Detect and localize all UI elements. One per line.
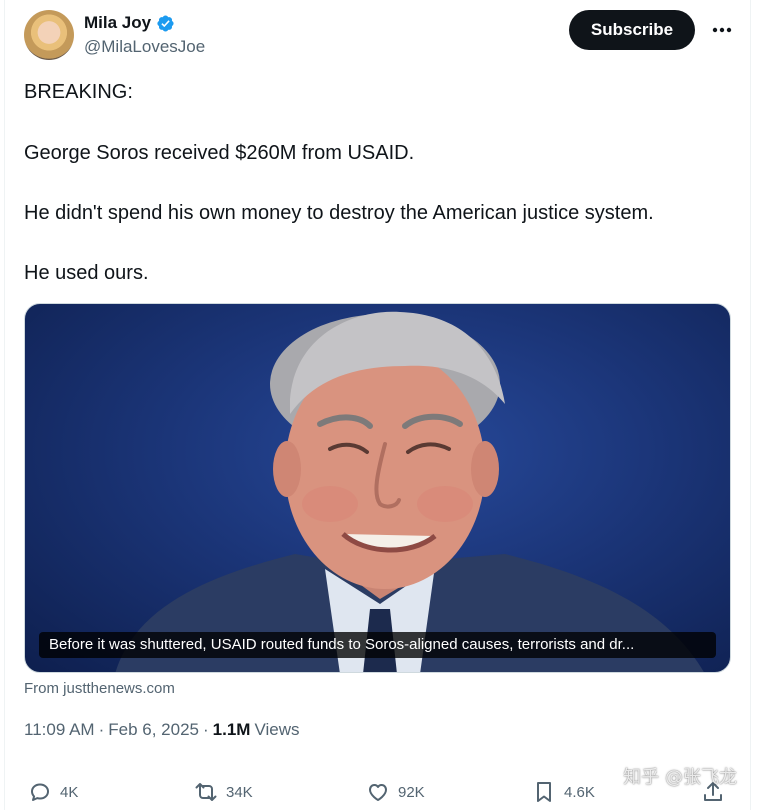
reply-count: 4K <box>60 783 79 801</box>
bookmark-icon <box>537 782 551 802</box>
meta-separator: · <box>98 720 105 739</box>
repost-button[interactable]: 34K <box>194 780 253 804</box>
watermark: 知乎 @张飞龙 <box>623 767 737 788</box>
author-name-row: Mila Joy <box>84 13 175 33</box>
like-count: 92K <box>398 783 425 801</box>
tweet-meta: 11:09 AM · Feb 6, 2025 · 1.1M Views <box>24 720 300 740</box>
bookmark-button[interactable]: 4.6K <box>532 780 595 804</box>
heart-icon <box>369 784 387 801</box>
media-caption: Before it was shuttered, USAID routed fu… <box>39 632 716 658</box>
portrait-image <box>115 311 704 672</box>
ellipsis-icon[interactable] <box>711 20 733 40</box>
tweet-line: He used ours. <box>24 262 149 284</box>
subscribe-button[interactable]: Subscribe <box>569 10 695 50</box>
tweet-line: He didn't spend his own money to destroy… <box>24 202 654 224</box>
tweet-header: Mila Joy @MilaLovesJoe Subscribe <box>24 10 733 62</box>
tweet-date[interactable]: Feb 6, 2025 <box>108 720 199 740</box>
repost-count: 34K <box>226 783 253 801</box>
views-count: 1.1M <box>212 720 251 739</box>
like-button[interactable]: 92K <box>366 780 425 804</box>
tweet-time[interactable]: 11:09 AM <box>24 720 95 740</box>
reply-button[interactable]: 4K <box>28 780 78 804</box>
bookmark-count: 4.6K <box>564 783 595 801</box>
repost-icon <box>195 783 217 801</box>
author-avatar[interactable] <box>24 10 74 60</box>
media-source-link[interactable]: From justthenews.com <box>24 680 175 697</box>
author-handle[interactable]: @MilaLovesJoe <box>84 37 205 57</box>
meta-separator: · <box>203 720 209 739</box>
tweet-line: George Soros received $260M from USAID. <box>24 142 415 164</box>
tweet-line: BREAKING: <box>24 81 133 103</box>
author-name[interactable]: Mila Joy <box>84 13 151 33</box>
verified-badge-icon <box>157 15 174 31</box>
reply-icon <box>31 783 49 801</box>
views-label: Views <box>254 720 300 739</box>
media-card[interactable]: Before it was shuttered, USAID routed fu… <box>24 303 731 673</box>
